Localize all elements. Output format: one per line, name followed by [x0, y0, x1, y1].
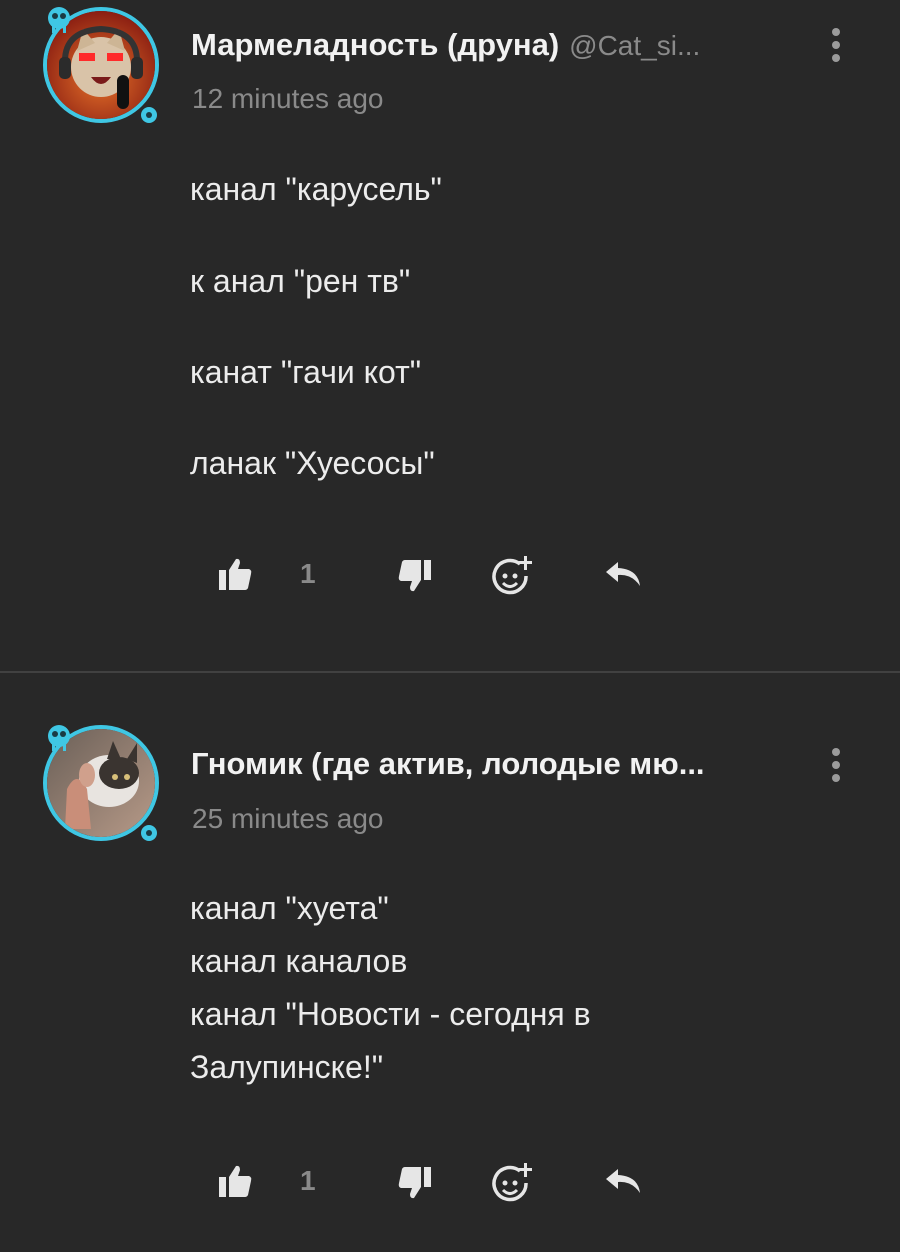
thumbs-down-icon[interactable] — [398, 1165, 432, 1201]
comment-timestamp: 25 minutes ago — [192, 803, 384, 834]
more-vertical-icon[interactable] — [826, 748, 846, 788]
like-count: 1 — [300, 558, 316, 589]
badge-icon — [48, 725, 70, 751]
avatar[interactable] — [40, 4, 166, 130]
avatar[interactable] — [40, 722, 166, 848]
add-reaction-icon[interactable] — [492, 1163, 536, 1205]
comment-text-line: канал "Новости - сегодня в — [190, 996, 591, 1032]
comment-text-line: канат "гачи кот" — [190, 354, 422, 390]
comment-text-line: канал "хуета" — [190, 890, 389, 926]
more-vertical-icon[interactable] — [826, 28, 846, 68]
comment-text-line: канал каналов — [190, 943, 408, 979]
badge-icon — [141, 107, 157, 123]
comment-item: Мармеладность (друна) @Cat_si... 12 minut… — [0, 0, 900, 672]
author-handle: @Cat_si... — [569, 30, 701, 61]
badge-icon — [48, 7, 70, 33]
thumbs-up-icon[interactable] — [218, 556, 252, 592]
author-name: Мармеладность (друна) — [191, 27, 560, 62]
add-reaction-icon[interactable] — [492, 556, 536, 598]
comment-item: Гномик (где актив, лолодые мю... 25 minu… — [0, 673, 900, 1252]
comment-author[interactable]: Гномик (где актив, лолодые мю... — [191, 746, 705, 782]
badge-icon — [141, 825, 157, 841]
comment-text-line: Залупинске!" — [190, 1049, 384, 1085]
comment-text-line: канал "карусель" — [190, 171, 442, 207]
author-name: Гномик (где актив, лолодые мю... — [191, 746, 705, 781]
comment-text-line: ланак "Хуесосы" — [190, 445, 435, 481]
comment-text-line: к анал "рен тв" — [190, 263, 411, 299]
reply-icon[interactable] — [604, 1167, 642, 1197]
thumbs-down-icon[interactable] — [398, 558, 432, 594]
comment-author[interactable]: Мармеладность (друна) @Cat_si... — [191, 27, 700, 63]
like-count: 1 — [300, 1165, 316, 1196]
reply-icon[interactable] — [604, 560, 642, 590]
thumbs-up-icon[interactable] — [218, 1163, 252, 1199]
comment-timestamp: 12 minutes ago — [192, 83, 384, 114]
